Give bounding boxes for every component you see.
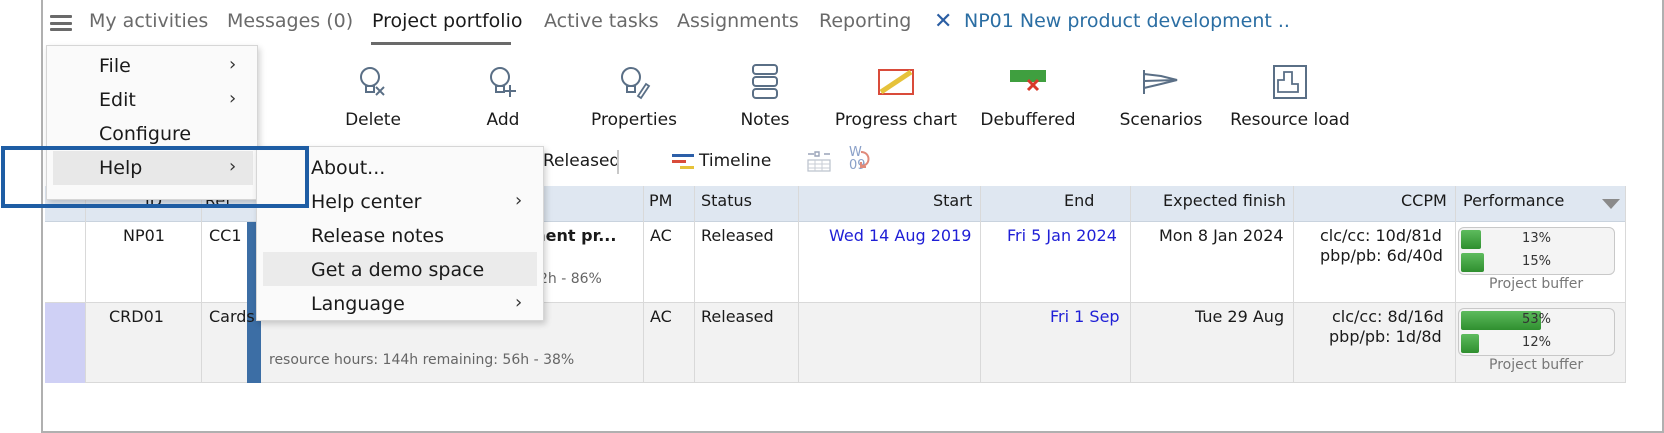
add-label: Add xyxy=(486,110,520,130)
cell-end[interactable]: Fri 5 Jan 2024 xyxy=(1007,226,1117,245)
cell-detail: resource hours: 144h remaining: 56h - 38… xyxy=(269,352,575,368)
col-divider xyxy=(643,186,644,383)
perf-value-top: 13% xyxy=(1522,231,1551,246)
menu-item-release-notes[interactable]: Release notes xyxy=(311,225,444,247)
cell-pm: AC xyxy=(650,226,672,245)
debuffered-label: Debuffered xyxy=(980,110,1076,130)
header-status[interactable]: Status xyxy=(701,191,752,210)
cell-status: Released xyxy=(701,226,774,245)
close-project-tab-icon[interactable]: ✕ xyxy=(934,9,952,34)
hamburger-menu-icon[interactable] xyxy=(50,15,72,31)
active-tab-indicator xyxy=(371,42,511,45)
cell-ccpm-line2: pbp/pb: 6d/40d xyxy=(1320,246,1443,265)
perf-value-bottom: 12% xyxy=(1522,335,1551,350)
delete-button[interactable]: Delete xyxy=(338,62,408,130)
tab-reporting[interactable]: Reporting xyxy=(819,10,911,32)
cell-status: Released xyxy=(701,307,774,326)
refresh-arrow-icon[interactable] xyxy=(857,148,875,170)
chevron-right-icon: › xyxy=(229,54,237,75)
chevron-right-icon: › xyxy=(515,292,523,313)
col-divider xyxy=(1625,186,1626,383)
col-divider xyxy=(1130,186,1131,383)
col-divider xyxy=(85,186,86,383)
scenarios-button[interactable]: Scenarios xyxy=(1116,62,1206,130)
row-selection-marker[interactable] xyxy=(45,303,85,383)
cell-expected-finish: Tue 29 Aug xyxy=(1195,307,1285,326)
col-divider xyxy=(694,186,695,383)
header-performance[interactable]: Performance xyxy=(1463,191,1564,210)
column-menu-icon[interactable] xyxy=(1602,199,1620,209)
progress-chart-label: Progress chart xyxy=(834,110,958,130)
progress-chart-icon xyxy=(878,69,914,95)
notes-stack-icon xyxy=(752,64,778,99)
cell-ref: Cards xyxy=(209,307,255,326)
menu-item-edit[interactable]: Edit xyxy=(99,89,136,111)
delete-bulb-icon xyxy=(360,67,385,96)
perf-value-top: 53% xyxy=(1522,312,1551,327)
tab-my-activities[interactable]: My activities xyxy=(89,10,208,32)
col-divider xyxy=(201,186,202,383)
chevron-right-icon: › xyxy=(229,88,237,109)
resource-load-button[interactable]: Resource load xyxy=(1230,62,1350,130)
perf-caption: Project buffer xyxy=(1489,357,1584,373)
col-divider xyxy=(1293,186,1294,383)
properties-button[interactable]: Properties xyxy=(586,62,682,130)
notes-button[interactable]: Notes xyxy=(732,62,798,130)
resource-load-label: Resource load xyxy=(1230,110,1350,130)
cell-ccpm-line2: pbp/pb: 1d/8d xyxy=(1329,327,1442,346)
cell-ref: CC1 xyxy=(209,226,242,245)
menu-item-about[interactable]: About... xyxy=(311,157,385,179)
tab-project[interactable]: NP01 New product development .. xyxy=(964,10,1290,32)
header-start[interactable]: Start xyxy=(933,191,972,210)
add-bulb-icon xyxy=(490,67,516,97)
notes-label: Notes xyxy=(740,110,790,130)
tab-assignments[interactable]: Assignments xyxy=(677,10,799,32)
timeline-icon[interactable] xyxy=(670,153,696,171)
scenarios-icon xyxy=(1143,70,1178,94)
perf-caption: Project buffer xyxy=(1489,276,1584,292)
focus-highlight-box xyxy=(1,146,309,208)
tab-active-tasks[interactable]: Active tasks xyxy=(544,10,659,32)
debuffered-button[interactable]: Debuffered xyxy=(978,62,1078,130)
col-divider xyxy=(1455,186,1456,383)
cell-expected-finish: Mon 8 Jan 2024 xyxy=(1159,226,1284,245)
delete-label: Delete xyxy=(345,110,401,130)
header-expected-finish[interactable]: Expected finish xyxy=(1163,191,1286,210)
header-end[interactable]: End xyxy=(1064,191,1094,210)
cell-end[interactable]: Fri 1 Sep xyxy=(1050,307,1120,326)
cell-id: NP01 xyxy=(123,226,165,245)
menu-item-get-demo-space[interactable]: Get a demo space xyxy=(311,259,484,281)
properties-label: Properties xyxy=(591,110,677,130)
performance-gauge[interactable]: 13% 15% xyxy=(1458,227,1615,275)
menu-item-file[interactable]: File xyxy=(99,55,131,77)
cell-id: CRD01 xyxy=(109,307,164,326)
cell-pm: AC xyxy=(650,307,672,326)
cell-detail: 2h - 86% xyxy=(539,271,602,287)
resource-load-icon xyxy=(1273,65,1307,99)
properties-bulb-icon xyxy=(621,67,651,100)
performance-gauge[interactable]: 53% 12% xyxy=(1458,308,1615,356)
col-divider xyxy=(798,186,799,383)
zoom-grid-icon[interactable] xyxy=(806,149,832,173)
add-button[interactable]: Add xyxy=(468,62,538,130)
menu-item-language[interactable]: Language xyxy=(311,293,405,315)
col-divider xyxy=(980,186,981,383)
progress-chart-button[interactable]: Progress chart xyxy=(834,62,958,130)
tab-project-portfolio[interactable]: Project portfolio xyxy=(372,10,523,32)
scenarios-label: Scenarios xyxy=(1119,110,1203,130)
header-ccpm[interactable]: CCPM xyxy=(1401,191,1447,210)
timeline-button[interactable]: Timeline xyxy=(699,151,771,171)
toolbar-separator xyxy=(617,150,619,174)
cell-ccpm-line1: clc/cc: 10d/81d xyxy=(1320,226,1442,245)
cell-ccpm-line1: clc/cc: 8d/16d xyxy=(1332,307,1444,326)
menu-item-configure[interactable]: Configure xyxy=(99,123,191,145)
released-filter[interactable]: Released xyxy=(543,151,620,171)
debuffered-icon xyxy=(1010,70,1046,92)
tab-messages[interactable]: Messages (0) xyxy=(227,10,353,32)
menu-item-help-center[interactable]: Help center xyxy=(311,191,421,213)
cell-start[interactable]: Wed 14 Aug 2019 xyxy=(829,226,971,245)
header-pm[interactable]: PM xyxy=(649,191,672,210)
chevron-right-icon: › xyxy=(515,190,523,211)
perf-value-bottom: 15% xyxy=(1522,254,1551,269)
